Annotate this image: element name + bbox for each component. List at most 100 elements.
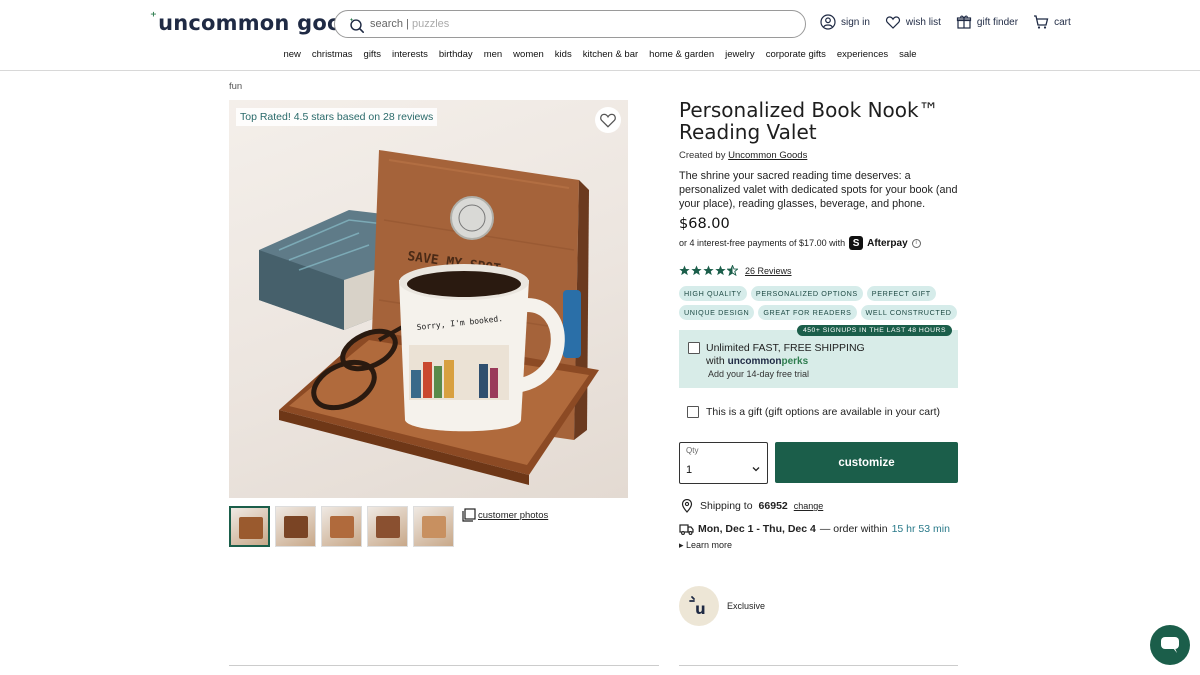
- shipping-prefix: Shipping to: [700, 500, 753, 512]
- product-title: Personalized Book Nook™ Reading Valet: [679, 98, 939, 144]
- main-nav: new christmas gifts interests birthday m…: [0, 49, 1200, 60]
- section-divider: [679, 665, 958, 666]
- perks-line-2: with uncommonperks: [706, 355, 808, 367]
- thumbnail-2[interactable]: [275, 506, 316, 547]
- thumbnail-3[interactable]: [321, 506, 362, 547]
- learn-more-label: Learn more: [686, 540, 733, 550]
- perks-logo: uncommonperks: [728, 356, 809, 367]
- thumbnail-image: [376, 516, 400, 538]
- shipping-line: Shipping to 66952 change: [680, 499, 823, 513]
- sign-in-label: sign in: [841, 16, 870, 28]
- product-image[interactable]: SAVE MY SPOT Sorry, I'm booked. Top Rate…: [229, 100, 628, 498]
- user-icon: [820, 14, 836, 30]
- feature-badges: HIGH QUALITY PERSONALIZED OPTIONS PERFEC…: [679, 286, 959, 320]
- delivery-mid: — order within: [819, 523, 888, 535]
- nav-men[interactable]: men: [484, 49, 502, 60]
- nav-new[interactable]: new: [283, 49, 300, 60]
- nav-birthday[interactable]: birthday: [439, 49, 473, 60]
- thumbnail-4[interactable]: [367, 506, 408, 547]
- chat-icon: [1161, 637, 1179, 653]
- customer-photos-link[interactable]: customer photos: [462, 508, 548, 522]
- customize-button[interactable]: customize: [775, 442, 958, 483]
- quantity-select[interactable]: Qty 1: [679, 442, 768, 484]
- chat-button[interactable]: [1150, 625, 1190, 665]
- wish-list-label: wish list: [905, 16, 941, 28]
- info-icon[interactable]: i: [911, 238, 921, 248]
- afterpay-text: or 4 interest-free payments of $17.00 wi…: [679, 238, 846, 248]
- rating-stars[interactable]: 26 Reviews: [679, 265, 792, 276]
- nav-jewelry[interactable]: jewelry: [725, 49, 755, 60]
- nav-sale[interactable]: sale: [899, 49, 916, 60]
- perks-offer: Unlimited FAST, FREE SHIPPING with uncom…: [679, 330, 958, 388]
- gift-option-label: This is a gift (gift options are availab…: [706, 406, 941, 418]
- perks-logo-a: uncommon: [727, 356, 782, 367]
- learn-more-toggle[interactable]: ▸ Learn more: [679, 540, 732, 551]
- search-suggestion: puzzles: [412, 18, 450, 30]
- nav-kitchen-bar[interactable]: kitchen & bar: [583, 49, 638, 60]
- heart-icon: [600, 113, 616, 128]
- gift-icon: [956, 15, 972, 29]
- nav-corporate-gifts[interactable]: corporate gifts: [766, 49, 826, 60]
- afterpay-icon: S: [849, 236, 864, 250]
- half-star-icon: [727, 265, 738, 276]
- thumbnail-image: [330, 516, 354, 538]
- afterpay-brand: Afterpay: [867, 237, 908, 249]
- star-icon: [703, 265, 714, 276]
- gift-finder-label: gift finder: [976, 16, 1019, 28]
- thumbnail-1[interactable]: [229, 506, 270, 547]
- nav-home-garden[interactable]: home & garden: [649, 49, 714, 60]
- badge-high-quality: HIGH QUALITY: [679, 286, 747, 301]
- product-description: The shrine your sacred reading time dese…: [679, 170, 958, 210]
- thumbnail-image: [422, 516, 446, 538]
- chevron-down-icon: [752, 467, 760, 472]
- exclusive-label: Exclusive: [727, 601, 766, 611]
- nav-christmas[interactable]: christmas: [312, 49, 353, 60]
- search-input[interactable]: search | puzzles: [370, 18, 449, 30]
- nav-women[interactable]: women: [513, 49, 544, 60]
- cart-link[interactable]: cart: [1033, 14, 1071, 30]
- perks-trial: Add your 14-day free trial: [708, 369, 810, 379]
- photos-icon: [462, 508, 476, 522]
- change-zip-link[interactable]: change: [794, 501, 824, 511]
- breadcrumb[interactable]: fun: [229, 81, 242, 92]
- search-bar[interactable]: search | puzzles: [334, 10, 806, 38]
- add-to-wishlist-button[interactable]: [595, 107, 621, 133]
- wish-list-link[interactable]: wish list: [885, 14, 941, 30]
- product-illustration: SAVE MY SPOT Sorry, I'm booked.: [259, 150, 599, 485]
- quantity-value: 1: [686, 464, 693, 476]
- thumbnail-strip: [229, 506, 454, 547]
- perks-with: with: [706, 355, 725, 367]
- reviews-link[interactable]: 26 Reviews: [745, 266, 792, 276]
- gift-checkbox[interactable]: [687, 406, 699, 418]
- search-icon: [349, 17, 365, 34]
- shipping-zip: 66952: [758, 500, 788, 512]
- star-icon: [691, 265, 702, 276]
- star-icon: [679, 265, 690, 276]
- exclusive-badge-letter: u: [695, 600, 706, 618]
- site-header: ⁺uncommon goods search | puzzles sign in…: [0, 0, 1200, 71]
- logo-spark-icon: ⁺: [150, 10, 158, 25]
- nav-experiences[interactable]: experiences: [837, 49, 888, 60]
- badge-unique-design: UNIQUE DESIGN: [679, 305, 755, 320]
- creator-link[interactable]: Uncommon Goods: [728, 150, 807, 161]
- gift-finder-link[interactable]: gift finder: [956, 14, 1018, 30]
- product-price: $68.00: [679, 216, 730, 232]
- perks-logo-b: perks: [781, 356, 809, 367]
- perks-checkbox[interactable]: [688, 342, 700, 354]
- delivery-dates: Mon, Dec 1 - Thu, Dec 4: [698, 523, 816, 535]
- delivery-estimate: Mon, Dec 1 - Thu, Dec 4— order within 15 …: [679, 522, 950, 536]
- signups-banner: 450+ SIGNUPS IN THE LAST 48 HOURS: [797, 325, 952, 336]
- exclusive-badge: u: [679, 586, 719, 626]
- gift-option[interactable]: This is a gift (gift options are availab…: [687, 406, 940, 418]
- heart-icon: [885, 16, 900, 29]
- sign-in-link[interactable]: sign in: [820, 14, 870, 30]
- cart-icon: [1034, 15, 1049, 29]
- nav-kids[interactable]: kids: [555, 49, 572, 60]
- cart-label: cart: [1054, 16, 1071, 28]
- thumbnail-5[interactable]: [413, 506, 454, 547]
- header-links: sign in wish list gift finder cart: [820, 14, 1071, 30]
- nav-interests[interactable]: interests: [392, 49, 428, 60]
- perks-line-1: Unlimited FAST, FREE SHIPPING: [706, 342, 865, 354]
- exclusive-logo-icon: u: [689, 596, 706, 618]
- nav-gifts[interactable]: gifts: [364, 49, 381, 60]
